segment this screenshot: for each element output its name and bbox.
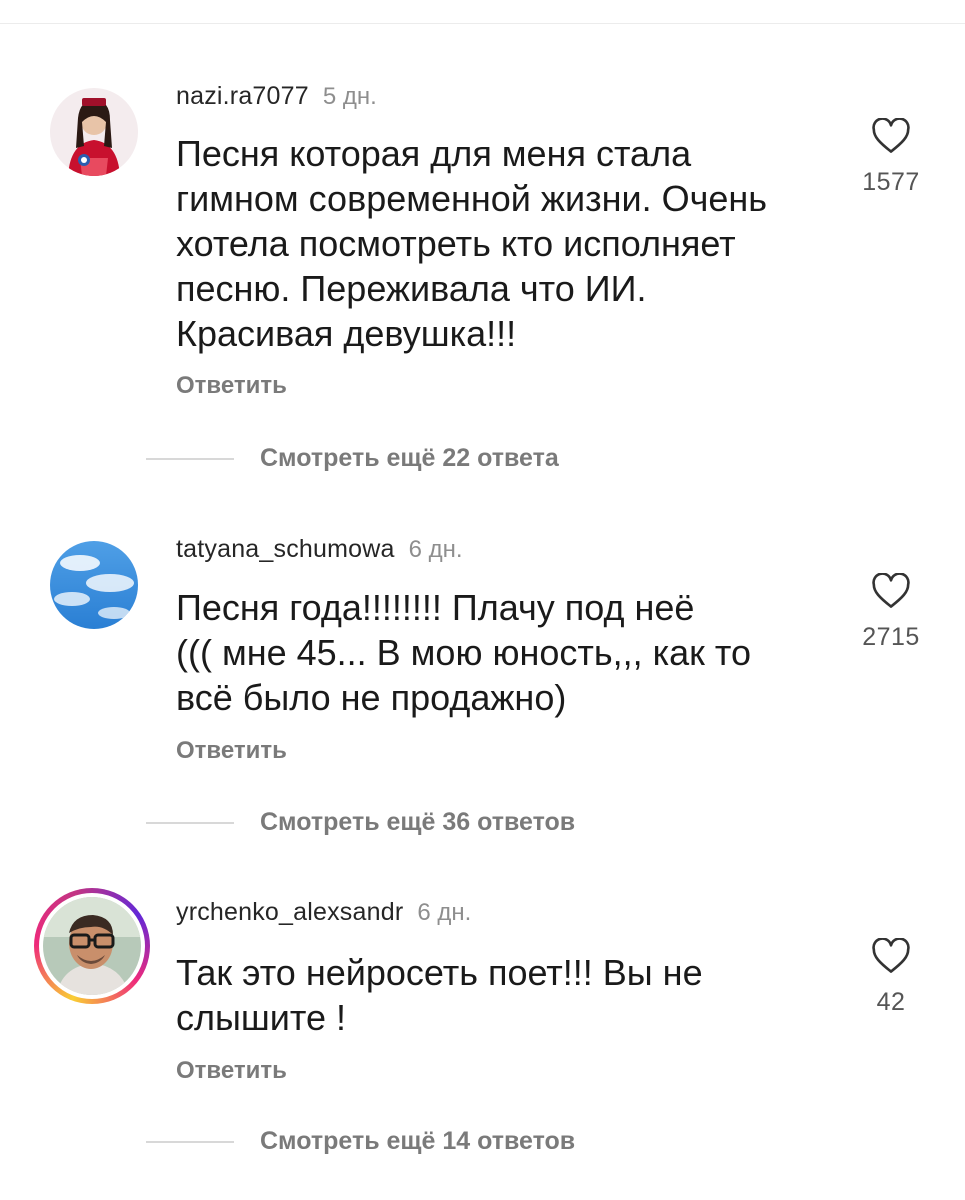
- divider-line: [146, 821, 234, 824]
- avatar: [43, 897, 141, 995]
- heart-icon[interactable]: [871, 573, 911, 609]
- username[interactable]: yrchenko_alexsandr: [176, 898, 403, 927]
- avatar-sky-icon: [50, 541, 138, 629]
- view-more-replies-label: Смотреть ещё 22 ответа: [260, 444, 559, 472]
- comment-text: Песня которая для меня стала гимном совр…: [176, 133, 768, 354]
- timestamp: 6 дн.: [408, 536, 463, 563]
- comment-header: tatyana_schumowa 6 дн.: [176, 535, 463, 567]
- view-more-replies[interactable]: Смотреть ещё 36 ответов: [146, 808, 575, 837]
- heart-icon[interactable]: [871, 118, 911, 154]
- avatar-woman-icon: [50, 88, 138, 176]
- like-count: 2715: [862, 623, 920, 651]
- story-ring[interactable]: [34, 888, 150, 1004]
- timestamp: 5 дн.: [322, 83, 377, 110]
- reply-button[interactable]: Ответить: [176, 737, 287, 765]
- avatar[interactable]: [50, 541, 138, 629]
- view-more-replies[interactable]: Смотреть ещё 14 ответов: [146, 1127, 575, 1156]
- avatar-man-icon: [43, 897, 141, 995]
- like-control: 2715: [846, 573, 936, 652]
- comment-text: Песня года!!!!!!!! Плачу под неё ((( мне…: [176, 587, 752, 718]
- reply-button[interactable]: Ответить: [176, 1057, 287, 1085]
- like-control: 42: [846, 938, 936, 1017]
- timestamp: 6 дн.: [417, 899, 472, 926]
- divider-line: [146, 1140, 234, 1143]
- comment-header: nazi.ra7077 5 дн.: [176, 82, 377, 114]
- reply-button[interactable]: Ответить: [176, 372, 287, 400]
- top-divider: [0, 23, 965, 24]
- divider-line: [146, 457, 234, 460]
- avatar[interactable]: [50, 88, 138, 176]
- comment-text: Так это нейросеть поет!!! Вы не слышите …: [176, 952, 703, 1038]
- comment-header: yrchenko_alexsandr 6 дн.: [176, 898, 471, 930]
- username[interactable]: nazi.ra7077: [176, 82, 309, 111]
- like-control: 1577: [846, 118, 936, 197]
- view-more-replies-label: Смотреть ещё 36 ответов: [260, 808, 576, 836]
- view-more-replies[interactable]: Смотреть ещё 22 ответа: [146, 444, 559, 473]
- view-more-replies-label: Смотреть ещё 14 ответов: [260, 1127, 576, 1155]
- heart-icon[interactable]: [871, 938, 911, 974]
- username[interactable]: tatyana_schumowa: [176, 535, 395, 564]
- like-count: 1577: [862, 168, 920, 196]
- like-count: 42: [876, 988, 906, 1016]
